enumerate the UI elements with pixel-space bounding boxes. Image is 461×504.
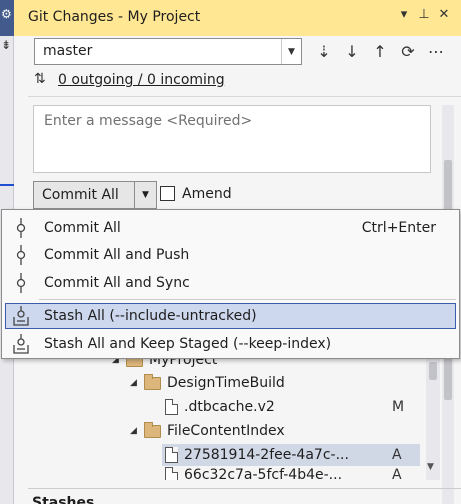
tree-row-label: 66c32c7a-5fcf-4b4e-... <box>184 467 343 480</box>
tree-row-folder[interactable]: ◢ FileContentIndex <box>130 420 285 442</box>
menu-item-label: Commit All and Push <box>44 247 190 263</box>
pin-icon[interactable]: ⊥ <box>415 7 433 22</box>
section-divider <box>28 488 461 489</box>
tree-row-label: 27581914-2fee-4a7c-... <box>184 447 349 463</box>
commit-options-menu: Commit All Ctrl+Enter Commit All and Pus… <box>1 209 460 359</box>
menu-item-label: Stash All and Keep Staged (--keep-index) <box>44 336 332 352</box>
expand-arrow-icon[interactable]: ◢ <box>130 426 144 436</box>
tree-scrollbar-thumb[interactable] <box>429 362 437 380</box>
file-icon <box>165 447 178 463</box>
more-icon[interactable]: ⋯ <box>425 40 447 62</box>
menu-item-stash-all-keep-staged[interactable]: Stash All and Keep Staged (--keep-index) <box>5 331 456 357</box>
commit-icon <box>16 218 26 238</box>
chevron-down-icon[interactable]: ▼ <box>134 182 156 208</box>
commit-all-split-button[interactable]: Commit All ▼ <box>33 181 157 209</box>
fetch-icon[interactable]: ⇣ <box>313 40 335 62</box>
caret-line <box>0 184 14 186</box>
commit-all-button[interactable]: Commit All <box>42 187 119 203</box>
stashes-section-header[interactable]: Stashes <box>32 495 94 504</box>
file-status-badge: M <box>392 399 405 415</box>
file-icon <box>165 467 178 480</box>
gear-icon[interactable]: ⚙ <box>1 8 12 20</box>
menu-item-stash-all[interactable]: Stash All (--include-untracked) <box>5 303 456 329</box>
menu-item-commit-all[interactable]: Commit All Ctrl+Enter <box>5 215 456 241</box>
tree-row-label: FileContentIndex <box>167 423 285 439</box>
menu-item-commit-all-and-sync[interactable]: Commit All and Sync <box>5 270 456 296</box>
commit-icon <box>16 273 26 293</box>
expand-arrow-icon[interactable]: ◢ <box>130 378 144 388</box>
folder-icon <box>144 373 161 390</box>
branch-selected-value: master <box>43 43 93 59</box>
menu-item-label: Commit All <box>44 220 121 236</box>
amend-checkbox[interactable] <box>160 186 175 201</box>
outgoing-incoming-link[interactable]: 0 outgoing / 0 incoming <box>58 72 225 88</box>
close-icon[interactable]: ✕ <box>435 7 453 22</box>
file-status-badge: A <box>392 467 402 480</box>
split-icon[interactable]: ⇟ <box>1 38 11 52</box>
stash-icon <box>13 306 29 326</box>
tree-row-file[interactable]: 66c32c7a-5fcf-4b4e-... <box>165 467 342 480</box>
commit-icon <box>16 245 26 265</box>
commit-message-placeholder: Enter a message <Required> <box>44 113 253 129</box>
section-divider <box>28 96 461 97</box>
sync-icon[interactable]: ⟳ <box>397 40 419 62</box>
menu-item-label: Commit All and Sync <box>44 275 190 291</box>
tree-row-file[interactable]: .dtbcache.v2 <box>165 396 275 418</box>
amend-label: Amend <box>182 186 232 202</box>
chevron-down-icon[interactable]: ▾ <box>395 7 413 22</box>
stash-icon <box>13 334 29 354</box>
sync-arrows-icon: ⇅ <box>34 71 46 87</box>
file-status-badge: A <box>392 447 402 463</box>
menu-item-commit-all-and-push[interactable]: Commit All and Push <box>5 242 456 268</box>
pull-icon[interactable]: ↓ <box>341 40 363 62</box>
tree-row-file-selected[interactable]: 27581914-2fee-4a7c-... <box>162 444 420 466</box>
file-icon <box>165 399 178 415</box>
tree-row-label: DesignTimeBuild <box>167 375 285 391</box>
menu-item-shortcut: Ctrl+Enter <box>361 220 436 236</box>
panel-titlebar: Git Changes - My Project ▾ ⊥ ✕ <box>14 0 461 36</box>
tree-row-folder[interactable]: ◢ DesignTimeBuild <box>130 372 285 394</box>
push-icon[interactable]: ↑ <box>369 40 391 62</box>
menu-item-label: Stash All (--include-untracked) <box>44 308 257 324</box>
commit-message-input[interactable]: Enter a message <Required> <box>33 105 431 173</box>
chevron-down-icon[interactable]: ▼ <box>281 39 301 64</box>
menu-separator <box>39 299 456 300</box>
branch-dropdown[interactable]: master ▼ <box>34 38 302 65</box>
tree-row-label: .dtbcache.v2 <box>184 399 275 415</box>
folder-icon <box>144 421 161 438</box>
scroll-down-icon[interactable]: ▼ <box>427 462 434 472</box>
panel-title: Git Changes - My Project <box>28 9 201 25</box>
